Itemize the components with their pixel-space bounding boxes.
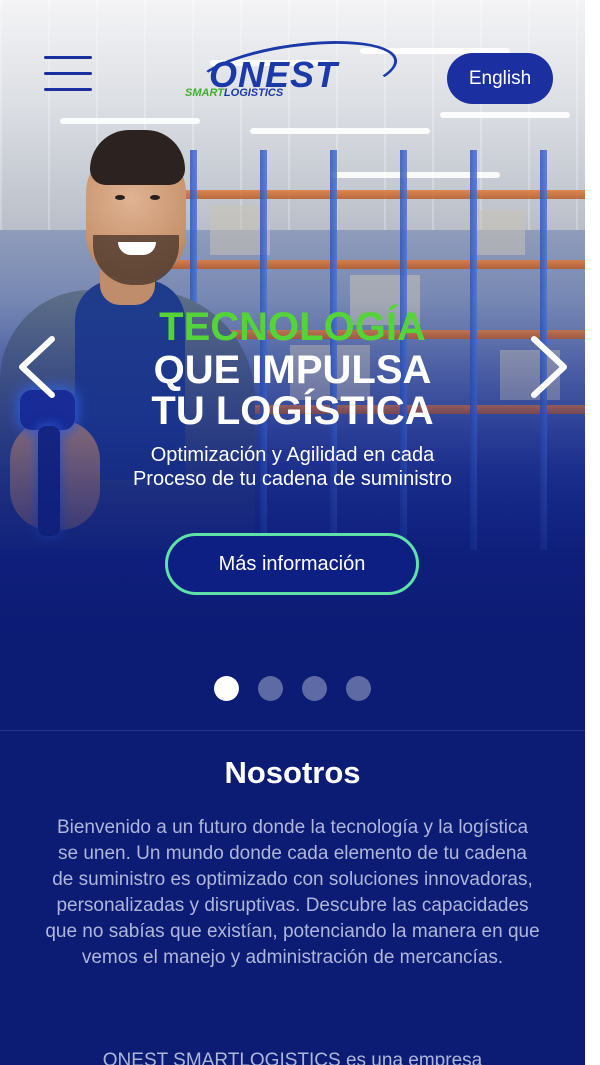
carousel-dot-3[interactable] — [302, 676, 327, 701]
section-divider — [0, 730, 585, 731]
more-info-button[interactable]: Más información — [165, 533, 419, 595]
hero-title-line-2: QUE IMPULSA — [153, 348, 432, 392]
carousel-dot-1[interactable] — [214, 676, 239, 701]
hero-title-line-1: TECNOLOGÍA — [159, 305, 426, 349]
about-paragraph-2: ONEST SMARTLOGISTICS es una empresa — [102, 1050, 483, 1065]
carousel-dot-4[interactable] — [346, 676, 371, 701]
brand-logo[interactable]: ONEST SMARTLOGISTICS — [183, 30, 403, 118]
hero-carousel: ONEST SMARTLOGISTICS English TECNOLOGÍA … — [0, 0, 585, 730]
hero-subtitle: Optimización y Agilidad en cada Proceso … — [132, 444, 453, 490]
logo-tagline: SMARTLOGISTICS — [185, 87, 284, 99]
hamburger-menu-icon[interactable] — [44, 56, 92, 92]
language-button[interactable]: English — [447, 53, 553, 104]
page: ONEST SMARTLOGISTICS English TECNOLOGÍA … — [0, 0, 585, 1065]
carousel-dot-2[interactable] — [258, 676, 283, 701]
carousel-dots — [0, 676, 585, 702]
about-paragraph: Bienvenido a un futuro donde la tecnolog… — [45, 817, 540, 968]
hero-title-line-3: TU LOGÍSTICA — [151, 389, 434, 433]
about-title: Nosotros — [224, 755, 361, 790]
